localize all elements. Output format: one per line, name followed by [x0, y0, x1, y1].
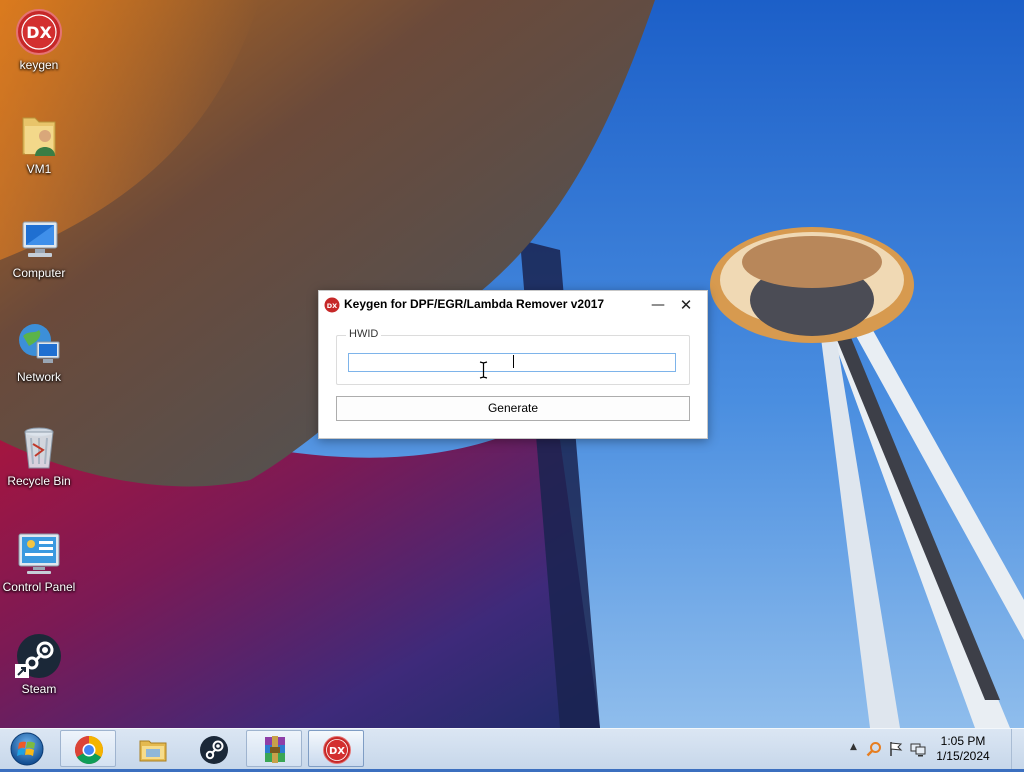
desktop-icon-label: Control Panel [2, 580, 76, 594]
windows-orb-icon [10, 732, 44, 766]
recycle-bin-icon [15, 424, 63, 472]
taskbar-steam-button[interactable] [185, 730, 241, 767]
folder-icon [138, 735, 168, 765]
hwid-label: HWID [346, 328, 382, 340]
taskbar-file-explorer-button[interactable] [124, 730, 180, 767]
desktop-icon-keygen[interactable]: DX keygen [0, 8, 78, 72]
close-icon: ✕ [679, 296, 693, 314]
network-icon [15, 320, 63, 368]
desktop-icon-label: Steam [21, 682, 57, 696]
minimize-icon: — [651, 297, 665, 313]
action-center-flag-icon[interactable] [888, 741, 904, 757]
desktop-icon-computer[interactable]: Computer [0, 216, 78, 280]
desktop-icon-steam[interactable]: Steam [0, 632, 78, 696]
generate-button[interactable]: Generate [336, 396, 690, 421]
user-folder-icon [15, 112, 63, 160]
clock-date: 1/15/2024 [936, 749, 990, 763]
svg-text:DX: DX [26, 23, 52, 42]
chrome-icon [74, 735, 104, 765]
desktop-icon-control-panel[interactable]: Control Panel [0, 530, 78, 594]
taskbar-keygen-button[interactable]: DX [308, 730, 364, 767]
dx-app-icon: DX [15, 8, 63, 56]
dx-app-icon: DX [324, 297, 340, 313]
steam-icon [15, 632, 63, 680]
text-caret [513, 355, 514, 368]
ibeam-cursor-icon [479, 361, 488, 379]
search-magnifier-icon[interactable] [866, 741, 882, 757]
desktop-icon-label: keygen [19, 58, 59, 72]
desktop-icon-label: Computer [12, 266, 66, 280]
dialog-title: Keygen for DPF/EGR/Lambda Remover v2017 [344, 297, 605, 311]
minimize-button[interactable]: — [645, 293, 671, 317]
desktop-icon-network[interactable]: Network [0, 320, 78, 384]
winrar-icon [260, 735, 290, 765]
desktop-icon-vm1[interactable]: VM1 [0, 112, 78, 176]
taskbar: DX ▲ 1:05 PM 1/15/2024 [0, 728, 1024, 769]
hwid-input[interactable] [348, 353, 676, 372]
desktop-icon-recycle-bin[interactable]: Recycle Bin [0, 424, 78, 488]
close-button[interactable]: ✕ [673, 293, 699, 317]
show-desktop-button[interactable] [1011, 729, 1024, 769]
steam-icon [199, 735, 229, 765]
desktop-icon-label: VM1 [26, 162, 52, 176]
start-button[interactable] [5, 730, 49, 768]
clock-time: 1:05 PM [940, 734, 986, 748]
desktop-icon-label: Recycle Bin [7, 474, 71, 488]
taskbar-winrar-button[interactable] [246, 730, 302, 767]
system-tray: ▲ 1:05 PM 1/15/2024 [834, 729, 1024, 769]
computer-icon [15, 216, 63, 264]
dx-app-icon: DX [322, 735, 352, 765]
control-panel-icon [15, 530, 63, 578]
network-status-icon[interactable] [910, 741, 926, 757]
taskbar-clock[interactable]: 1:05 PM 1/15/2024 [926, 734, 1000, 764]
dialog-titlebar[interactable]: DX Keygen for DPF/EGR/Lambda Remover v20… [319, 291, 707, 319]
desktop-icon-label: Network [16, 370, 61, 384]
keygen-dialog-window: DX Keygen for DPF/EGR/Lambda Remover v20… [318, 290, 708, 439]
taskbar-chrome-button[interactable] [60, 730, 116, 767]
svg-text:DX: DX [327, 302, 337, 310]
show-hidden-icons-button[interactable]: ▲ [850, 742, 866, 758]
svg-text:DX: DX [329, 746, 345, 757]
